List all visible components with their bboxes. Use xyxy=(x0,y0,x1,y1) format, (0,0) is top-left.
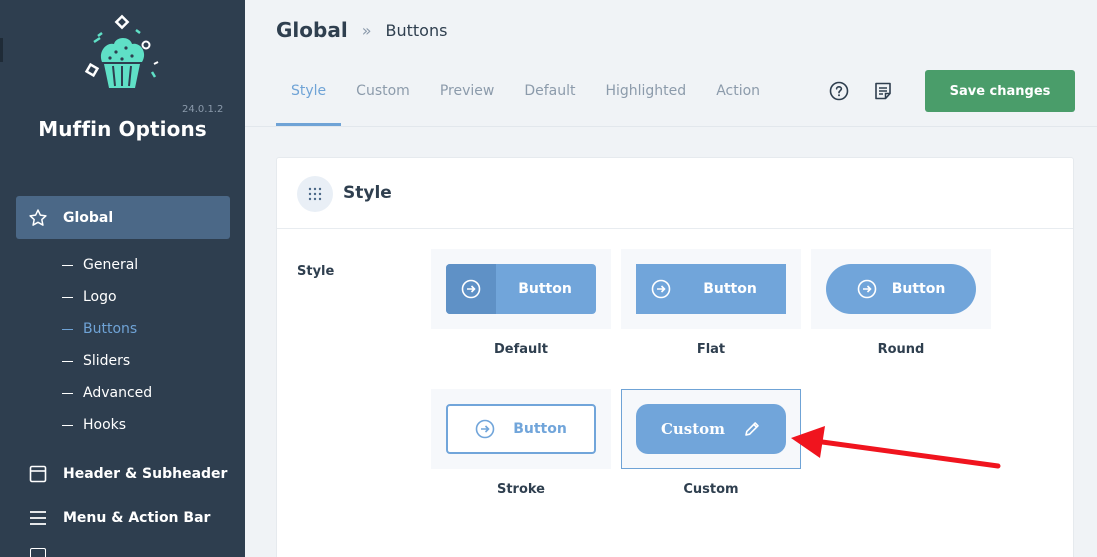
tab-bar: Style Custom Preview Default Highlighted… xyxy=(276,70,775,126)
dash-icon xyxy=(62,424,73,426)
arrow-circle-icon xyxy=(636,264,686,314)
pencil-icon xyxy=(745,422,759,436)
arrow-circle-icon xyxy=(857,279,876,299)
style-option-label: Round xyxy=(877,342,925,357)
menu-icon xyxy=(28,508,48,528)
button-preview-text: Button xyxy=(891,281,946,297)
sidebar-item-menu-action-bar[interactable]: Menu & Action Bar xyxy=(16,496,230,539)
tab-action[interactable]: Action xyxy=(701,70,775,126)
sidebar-subitem-general[interactable]: General xyxy=(62,257,138,273)
header-divider xyxy=(245,126,1097,127)
sidebar-subitem-label: General xyxy=(83,257,139,273)
style-panel: Style Style Button Default Button Flat B… xyxy=(276,157,1074,557)
breadcrumb-main: Global xyxy=(276,18,348,42)
star-icon xyxy=(28,208,48,228)
button-preview-round: Button xyxy=(826,264,976,314)
style-option-flat[interactable]: Button xyxy=(621,249,801,329)
style-option-label: Flat xyxy=(696,342,726,357)
sidebar-subitem-label: Buttons xyxy=(83,321,138,337)
sidebar-subitem-logo[interactable]: Logo xyxy=(62,289,117,305)
style-field-label: Style xyxy=(297,264,335,279)
muffin-logo-icon xyxy=(84,14,159,88)
sidebar-item-header-subheader[interactable]: Header & Subheader xyxy=(16,452,230,495)
arrow-circle-icon xyxy=(446,264,496,314)
sidebar-subitem-label: Hooks xyxy=(83,417,127,433)
style-option-default[interactable]: Button xyxy=(431,249,611,329)
annotation-arrow-icon xyxy=(791,426,1001,469)
style-option-label: Default xyxy=(494,342,548,357)
button-preview-text: Button xyxy=(513,421,567,437)
tab-style[interactable]: Style xyxy=(276,70,342,126)
sidebar-subitem-label: Sliders xyxy=(83,353,131,369)
sidebar-next-item-icon xyxy=(30,548,46,557)
grid-dots-icon xyxy=(297,176,333,212)
button-preview-flat: Button xyxy=(636,264,786,314)
button-preview-default: Button xyxy=(446,264,596,314)
style-option-label: Custom xyxy=(683,482,739,497)
breadcrumb-separator: » xyxy=(361,20,372,40)
breadcrumb: Global » Buttons xyxy=(276,18,447,42)
panel-header: Style xyxy=(277,158,1073,229)
sidebar-subitem-label: Advanced xyxy=(83,385,153,401)
sidebar-subitem-label: Logo xyxy=(83,289,117,305)
panel-title: Style xyxy=(343,183,392,203)
window-icon xyxy=(28,464,48,484)
arrow-circle-icon xyxy=(475,419,495,439)
button-preview-custom: Custom xyxy=(636,404,786,454)
brand-title: Muffin Options xyxy=(38,117,207,141)
breadcrumb-current: Buttons xyxy=(385,20,448,40)
button-preview-text: Custom xyxy=(660,420,726,438)
button-preview-stroke: Button xyxy=(446,404,596,454)
dash-icon xyxy=(62,392,73,394)
save-changes-button[interactable]: Save changes xyxy=(925,70,1075,112)
tab-highlighted[interactable]: Highlighted xyxy=(590,70,701,126)
button-preview-text: Button xyxy=(518,281,572,297)
style-option-stroke[interactable]: Button xyxy=(431,389,611,469)
style-option-label: Stroke xyxy=(496,482,546,497)
version-label: 24.0.1.2 xyxy=(182,104,224,115)
style-option-custom[interactable]: Custom xyxy=(621,389,801,469)
sidebar-item-label: Menu & Action Bar xyxy=(63,509,211,526)
sidebar-subitem-sliders[interactable]: Sliders xyxy=(62,353,130,369)
dash-icon xyxy=(62,264,73,266)
dash-icon xyxy=(62,360,73,362)
dash-icon xyxy=(62,296,73,298)
tab-custom[interactable]: Custom xyxy=(341,70,425,126)
help-icon[interactable] xyxy=(828,80,850,102)
sidebar-subitem-buttons[interactable]: Buttons xyxy=(62,321,137,337)
sidebar-subitem-advanced[interactable]: Advanced xyxy=(62,385,152,401)
sidebar-item-global[interactable]: Global xyxy=(16,196,230,239)
sidebar-edge-marker xyxy=(0,38,3,62)
tab-preview[interactable]: Preview xyxy=(425,70,510,126)
tab-default[interactable]: Default xyxy=(509,70,590,126)
sidebar-item-label: Header & Subheader xyxy=(63,465,228,482)
sidebar: 24.0.1.2 Muffin Options Global General L… xyxy=(0,0,245,557)
style-option-round[interactable]: Button xyxy=(811,249,991,329)
button-preview-text: Button xyxy=(703,281,757,297)
sidebar-subitem-hooks[interactable]: Hooks xyxy=(62,417,126,433)
dash-icon xyxy=(62,328,73,330)
notes-icon[interactable] xyxy=(872,80,894,102)
sidebar-item-label: Global xyxy=(63,209,114,226)
